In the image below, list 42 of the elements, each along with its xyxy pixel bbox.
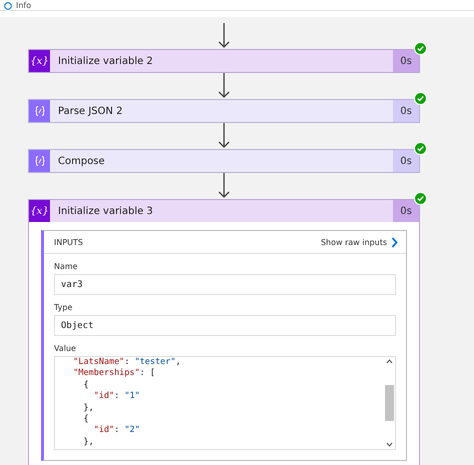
variable-icon: {x} — [30, 206, 49, 216]
duration: 0s — [393, 200, 419, 222]
scrollbar-thumb[interactable] — [385, 385, 394, 421]
info-label: Info — [16, 1, 32, 10]
braces-icon — [34, 105, 46, 117]
field-label: Name — [54, 262, 79, 271]
duration: 0s — [393, 50, 419, 72]
input-field[interactable]: var3 — [54, 274, 396, 295]
code-line: "LatsName": "tester", — [72, 357, 182, 368]
action-card[interactable]: {x} Initialize variable 3 0s INPUTS Show raw inputs Name var3 Type Object Value "LatsName": "tester", "Memberships": [ { "id": "1" }, { "id": "2" }, — [28, 199, 420, 465]
code-line: "Memberships": [ — [72, 368, 156, 380]
action-title: Initialize variable 3 — [57, 204, 154, 218]
code-line: "id": "1" — [92, 391, 141, 403]
action-card[interactable]: Parse JSON 2 0s — [28, 99, 420, 123]
action-card[interactable]: {x} Initialize variable 2 0s — [28, 49, 420, 73]
scroll-up-icon[interactable] — [386, 359, 393, 364]
code-editor[interactable]: "LatsName": "tester", "Memberships": [ { "id": "1" }, { "id": "2" }, — [54, 356, 396, 450]
action-title: Parse JSON 2 — [57, 104, 124, 118]
code-line: }, — [82, 402, 95, 414]
down-arrow — [218, 73, 230, 99]
braces-icon — [34, 155, 46, 167]
duration: 0s — [393, 150, 419, 172]
show-raw-inputs-link[interactable]: Show raw inputs — [320, 236, 398, 248]
duration: 0s — [393, 100, 419, 122]
code-line: { — [82, 414, 90, 426]
inputs-heading: INPUTS — [54, 238, 83, 246]
action-title: Compose — [57, 154, 106, 168]
field-label: Type — [54, 303, 74, 312]
code-line: { — [82, 380, 90, 392]
action-card[interactable]: Compose 0s — [28, 149, 420, 173]
code-line: "id": "2" — [92, 425, 141, 437]
action-title: Initialize variable 2 — [57, 54, 154, 68]
down-arrow — [218, 23, 230, 49]
info-icon — [4, 2, 12, 10]
down-arrow — [218, 123, 230, 149]
down-arrow — [218, 173, 230, 199]
chevron-right-icon — [391, 236, 398, 248]
field-label: Value — [54, 344, 77, 353]
input-field[interactable]: Object — [54, 315, 396, 336]
scroll-down-icon[interactable] — [386, 442, 393, 447]
variable-icon: {x} — [30, 56, 49, 66]
code-line: }, — [82, 436, 95, 448]
